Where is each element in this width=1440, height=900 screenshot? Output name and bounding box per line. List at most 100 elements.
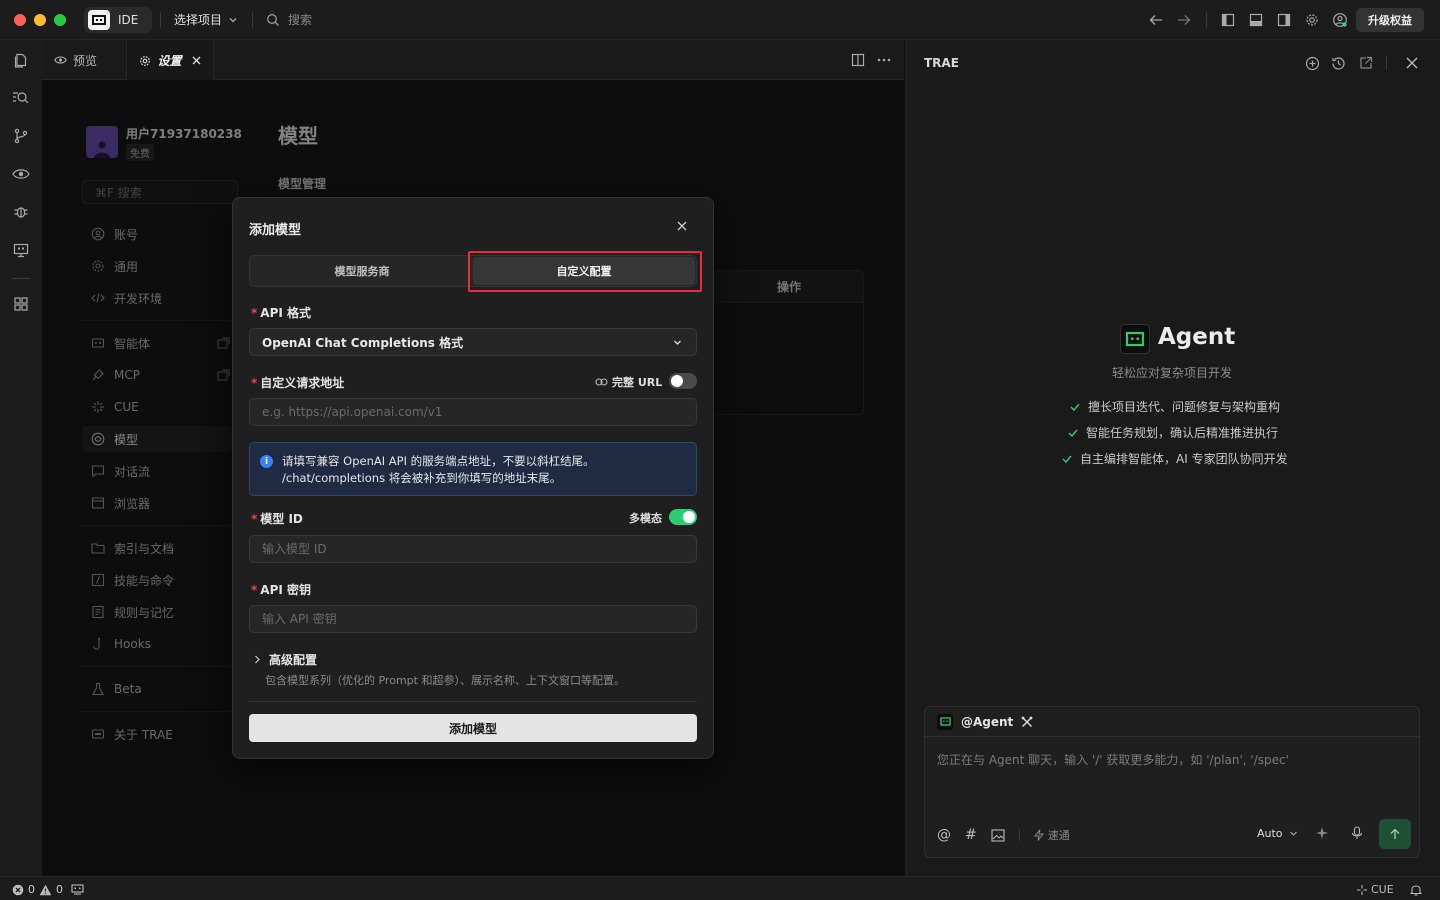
extensions-grid-icon[interactable] xyxy=(11,294,31,314)
tab-model-provider[interactable]: 模型服务商 xyxy=(251,257,473,285)
add-model-dialog: 添加模型 模型服务商 自定义配置 * API 格式 OpenAI Chat Com… xyxy=(232,197,714,759)
close-panel-icon[interactable] xyxy=(1402,53,1422,73)
speed-mode-button[interactable]: 速通 xyxy=(1033,827,1070,843)
global-search[interactable]: 搜索 xyxy=(266,11,312,28)
advanced-config-desc: 包含模型系列（优化的 Prompt 和超参）、展示名称、上下文窗口等配置。 xyxy=(265,674,625,687)
speed-mode-label: 速通 xyxy=(1047,829,1070,842)
chat-agent-label[interactable]: @Agent xyxy=(961,715,1013,729)
cue-status[interactable]: CUE xyxy=(1356,883,1394,896)
multimodal-label: 多模态 xyxy=(629,512,662,525)
activity-bar xyxy=(0,40,42,876)
send-button[interactable] xyxy=(1379,819,1411,849)
cue-label: CUE xyxy=(1371,883,1394,896)
ide-switcher[interactable]: IDE xyxy=(84,7,152,33)
tools-icon[interactable] xyxy=(1021,716,1033,728)
account-icon[interactable] xyxy=(1330,10,1350,30)
chat-input-box: @Agent 您正在与 Agent 聊天，输入 '/' 获取更多能力，如 '/p… xyxy=(924,706,1420,858)
tab-preview[interactable]: 预览 xyxy=(54,40,97,80)
debug-bug-icon[interactable] xyxy=(11,202,31,222)
agent-feature-item: 智能任务规划，确认后精准推进执行 xyxy=(1068,424,1278,441)
minimize-window-button[interactable] xyxy=(34,14,46,26)
dialog-title: 添加模型 xyxy=(249,223,302,238)
sparkle-icon xyxy=(1356,884,1368,896)
full-url-option: 完整 URL xyxy=(595,374,662,390)
agent-logo-icon xyxy=(937,713,953,730)
lightning-icon xyxy=(1033,829,1044,841)
more-actions-icon[interactable] xyxy=(874,50,894,70)
title-bar: IDE 选择项目 搜索 升级权益 xyxy=(0,0,1440,40)
search-icon xyxy=(266,13,280,27)
info-text-line: 请填写兼容 OpenAI API 的服务端点地址，不要以斜杠结尾。 xyxy=(282,454,595,468)
api-key-label: * API 密钥 xyxy=(251,583,312,597)
api-format-value: OpenAI Chat Completions 格式 xyxy=(262,335,464,350)
close-tab-icon[interactable] xyxy=(192,56,201,65)
check-icon xyxy=(1062,455,1072,463)
agent-title: Agent xyxy=(1158,324,1236,350)
remote-monitor-icon[interactable] xyxy=(11,240,31,260)
explorer-files-icon[interactable] xyxy=(11,50,31,70)
link-icon xyxy=(595,378,608,386)
notifications-bell-icon[interactable] xyxy=(1410,883,1422,896)
model-id-label: * 模型 ID xyxy=(251,512,303,526)
pop-out-icon[interactable] xyxy=(1356,53,1376,73)
chevron-down-icon xyxy=(673,338,682,347)
close-icon[interactable] xyxy=(677,221,687,231)
full-url-toggle[interactable] xyxy=(669,373,697,389)
agent-feature-item: 擅长项目迭代、问题修复与架构重构 xyxy=(1070,398,1280,415)
panel-title: TRAE xyxy=(924,56,959,70)
settings-gear-icon[interactable] xyxy=(1302,10,1322,30)
magic-sparkle-icon[interactable] xyxy=(1315,826,1329,840)
advanced-config-label: 高级配置 xyxy=(269,653,318,667)
toggle-left-panel-icon[interactable] xyxy=(1218,10,1238,30)
warning-icon xyxy=(39,884,52,896)
back-arrow-icon[interactable] xyxy=(1146,10,1166,30)
maximize-window-button[interactable] xyxy=(54,14,66,26)
info-text: 请填写兼容 OpenAI API 的服务端点地址，不要以斜杠结尾。 /chat/… xyxy=(282,453,595,487)
info-text-line: /chat/completions 将会被补充到你填写的地址末尾。 xyxy=(282,471,562,485)
eye-icon xyxy=(54,55,67,65)
model-id-input[interactable] xyxy=(249,535,697,563)
url-input[interactable] xyxy=(249,398,697,426)
close-window-button[interactable] xyxy=(14,14,26,26)
hash-icon[interactable]: # xyxy=(965,827,977,843)
model-id-label-text: 模型 ID xyxy=(260,512,303,526)
full-url-label: 完整 URL xyxy=(612,376,663,389)
chat-agent-bar: @Agent xyxy=(925,707,1419,737)
api-key-input[interactable] xyxy=(249,605,697,633)
image-icon[interactable] xyxy=(991,828,1005,842)
api-key-label-text: API 密钥 xyxy=(260,583,312,597)
agent-feature-item: 自主编排智能体，AI 专家团队协同开发 xyxy=(1062,450,1288,467)
advanced-config-toggle[interactable]: 高级配置 xyxy=(253,651,317,668)
microphone-icon[interactable] xyxy=(1351,826,1363,840)
check-icon xyxy=(1070,403,1080,411)
history-icon[interactable] xyxy=(1328,53,1348,73)
forward-arrow-icon[interactable] xyxy=(1174,10,1194,30)
status-bar: 0 0 CUE xyxy=(0,876,1440,900)
error-count: 0 xyxy=(28,883,35,896)
remote-icon xyxy=(71,884,84,895)
arrow-up-icon xyxy=(1390,828,1400,840)
upgrade-button[interactable]: 升级权益 xyxy=(1356,8,1424,32)
tab-settings[interactable]: 设置 xyxy=(126,40,214,81)
source-control-icon[interactable] xyxy=(11,126,31,146)
toggle-bottom-panel-icon[interactable] xyxy=(1246,10,1266,30)
search-code-icon[interactable] xyxy=(11,88,31,108)
new-chat-icon[interactable] xyxy=(1302,53,1322,73)
info-icon: i xyxy=(260,455,273,468)
project-selector[interactable]: 选择项目 xyxy=(174,11,238,28)
multimodal-toggle[interactable] xyxy=(669,509,697,525)
model-select[interactable]: Auto xyxy=(1257,827,1298,840)
split-editor-icon[interactable] xyxy=(848,50,868,70)
chevron-right-icon xyxy=(253,655,261,664)
preview-eye-icon[interactable] xyxy=(11,164,31,184)
add-model-submit-button[interactable]: 添加模型 xyxy=(249,714,697,742)
api-format-select[interactable]: OpenAI Chat Completions 格式 xyxy=(249,328,697,356)
problems-indicator[interactable]: 0 0 xyxy=(12,883,84,896)
toggle-right-panel-icon[interactable] xyxy=(1274,10,1294,30)
chat-input[interactable]: 您正在与 Agent 聊天，输入 '/' 获取更多能力，如 '/plan', '… xyxy=(937,751,1407,768)
mention-at-icon[interactable]: @ xyxy=(937,827,951,843)
api-format-label-text: API 格式 xyxy=(260,306,312,320)
tab-settings-label: 设置 xyxy=(157,54,182,68)
tab-preview-label: 预览 xyxy=(73,53,98,68)
chevron-down-icon xyxy=(228,15,238,25)
